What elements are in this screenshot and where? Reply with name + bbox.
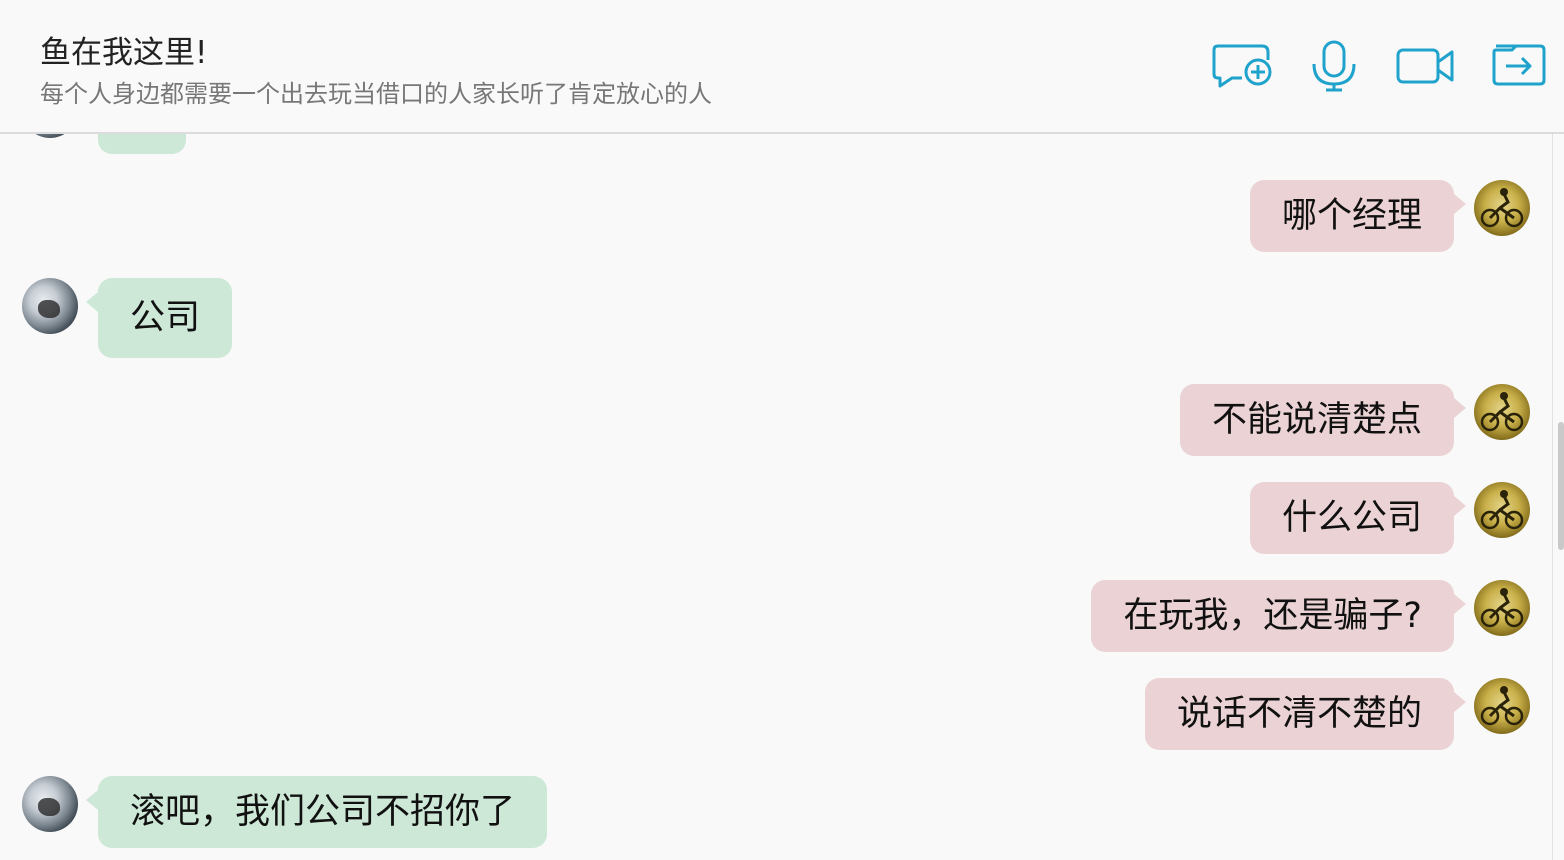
message-bubble-right: 说话不清不楚的 <box>1144 678 1467 750</box>
user-avatar[interactable] <box>1474 384 1530 440</box>
user-avatar[interactable] <box>1474 180 1530 236</box>
message-bubble-left: 公司 <box>85 278 233 358</box>
voice-call-button[interactable] <box>1302 40 1366 94</box>
message-bubble-right: 哪个经理 <box>1249 180 1467 252</box>
video-camera-icon <box>1396 48 1454 84</box>
motorcycle-avatar-icon <box>1480 588 1524 628</box>
motorcycle-avatar-icon <box>1480 188 1524 228</box>
chat-window: 鱼在我这里! 每个人身边都需要一个出去玩当借口的人家长听了肯定放心的人 哪个经理… <box>0 0 1564 860</box>
message-bubble-right: 在玩我，还是骗子? <box>1091 580 1466 652</box>
share-button[interactable] <box>1486 40 1550 94</box>
video-call-button[interactable] <box>1394 40 1458 94</box>
user-avatar[interactable] <box>1474 678 1530 734</box>
arrow-right-box-icon <box>1492 44 1546 86</box>
motorcycle-avatar-icon <box>1480 686 1524 726</box>
message-bubble-left <box>98 134 186 154</box>
chat-header: 鱼在我这里! 每个人身边都需要一个出去玩当借口的人家长听了肯定放心的人 <box>0 0 1564 134</box>
contact-avatar[interactable] <box>22 134 78 138</box>
user-avatar[interactable] <box>1474 482 1530 538</box>
user-avatar[interactable] <box>1474 580 1530 636</box>
motorcycle-avatar-icon <box>1480 392 1524 432</box>
scrollbar-thumb[interactable] <box>1558 422 1564 550</box>
chat-title: 鱼在我这里! <box>40 35 208 71</box>
microphone-icon <box>1312 40 1356 92</box>
chat-subtitle: 每个人身边都需要一个出去玩当借口的人家长听了肯定放心的人 <box>40 80 712 108</box>
message-list[interactable]: 哪个经理 公司 不能说清楚点 什么公司 在玩我，还是骗子? 说话不清不楚的 滚吧… <box>0 134 1564 860</box>
contact-avatar[interactable] <box>22 776 78 832</box>
motorcycle-avatar-icon <box>1480 490 1524 530</box>
chat-bubble-plus-icon <box>1212 44 1272 88</box>
message-bubble-left: 滚吧，我们公司不招你了 <box>85 776 548 848</box>
message-bubble-right: 不能说清楚点 <box>1179 384 1467 456</box>
message-bubble-right: 什么公司 <box>1249 482 1467 554</box>
new-chat-button[interactable] <box>1212 40 1276 94</box>
contact-avatar[interactable] <box>22 278 78 334</box>
